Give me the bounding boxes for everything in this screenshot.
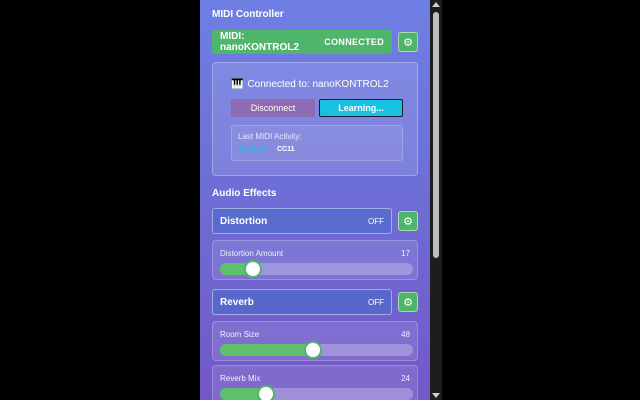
reverb-state: OFF xyxy=(368,297,384,307)
midi-status-badge: CONNECTED xyxy=(324,37,384,47)
gear-icon: ⚙ xyxy=(403,36,413,49)
activity-label: Last MIDI Activity: xyxy=(238,132,302,141)
slider-fill xyxy=(220,344,313,356)
activity-time: 10:42:15 xyxy=(238,146,266,153)
distortion-amount-slider[interactable] xyxy=(220,262,413,276)
slider-thumb[interactable] xyxy=(259,387,274,400)
connected-text: Connected to: nanoKONTROL2 xyxy=(247,79,389,90)
midi-section-title: MIDI Controller xyxy=(212,9,284,20)
slider-thumb[interactable] xyxy=(245,262,260,276)
reverb-label: Reverb xyxy=(220,296,254,308)
reverb-mix-label: Reverb Mix xyxy=(220,374,261,383)
scroll-down-arrow-icon[interactable] xyxy=(432,393,440,398)
gear-icon: ⚙ xyxy=(403,296,413,309)
piano-icon: 🎹 xyxy=(231,79,244,90)
connected-line: 🎹 Connected to: nanoKONTROL2 xyxy=(231,79,389,90)
distortion-settings-button[interactable]: ⚙ xyxy=(398,211,418,231)
room-size-card: Room Size 48 xyxy=(212,321,418,361)
scrollbar[interactable] xyxy=(430,0,442,400)
reverb-mix-slider[interactable] xyxy=(220,387,413,400)
midi-device-label: MIDI: nanoKONTROL2 xyxy=(220,31,299,53)
distortion-amount-label: Distortion Amount xyxy=(220,249,284,258)
disconnect-button[interactable]: Disconnect xyxy=(231,99,315,117)
room-size-value: 48 xyxy=(401,330,410,339)
settings-panel: MIDI Controller MIDI: nanoKONTROL2 CONNE… xyxy=(200,0,430,400)
midi-activity-box: Last MIDI Activity: 10:42:15 CC11 xyxy=(231,125,403,161)
reverb-toggle[interactable]: Reverb OFF xyxy=(212,289,392,315)
distortion-label: Distortion xyxy=(220,215,268,227)
scroll-thumb[interactable] xyxy=(433,12,439,258)
distortion-state: OFF xyxy=(368,216,384,226)
gear-icon: ⚙ xyxy=(403,215,413,228)
scroll-up-arrow-icon[interactable] xyxy=(432,2,440,7)
midi-connection-box: 🎹 Connected to: nanoKONTROL2 Disconnect … xyxy=(212,62,418,176)
reverb-settings-button[interactable]: ⚙ xyxy=(398,292,418,312)
reverb-mix-value: 24 xyxy=(401,374,410,383)
room-size-slider[interactable] xyxy=(220,343,413,357)
reverb-mix-card: Reverb Mix 24 xyxy=(212,365,418,400)
room-size-label: Room Size xyxy=(220,330,260,339)
distortion-amount-card: Distortion Amount 17 xyxy=(212,240,418,280)
distortion-amount-value: 17 xyxy=(401,249,410,258)
learning-button[interactable]: Learning... xyxy=(319,99,403,117)
activity-cc: CC11 xyxy=(277,146,295,153)
midi-device-bar[interactable]: MIDI: nanoKONTROL2 CONNECTED xyxy=(212,30,392,54)
effects-section-title: Audio Effects xyxy=(212,188,277,199)
slider-thumb[interactable] xyxy=(305,343,320,357)
midi-settings-button[interactable]: ⚙ xyxy=(398,32,418,52)
distortion-toggle[interactable]: Distortion OFF xyxy=(212,208,392,234)
